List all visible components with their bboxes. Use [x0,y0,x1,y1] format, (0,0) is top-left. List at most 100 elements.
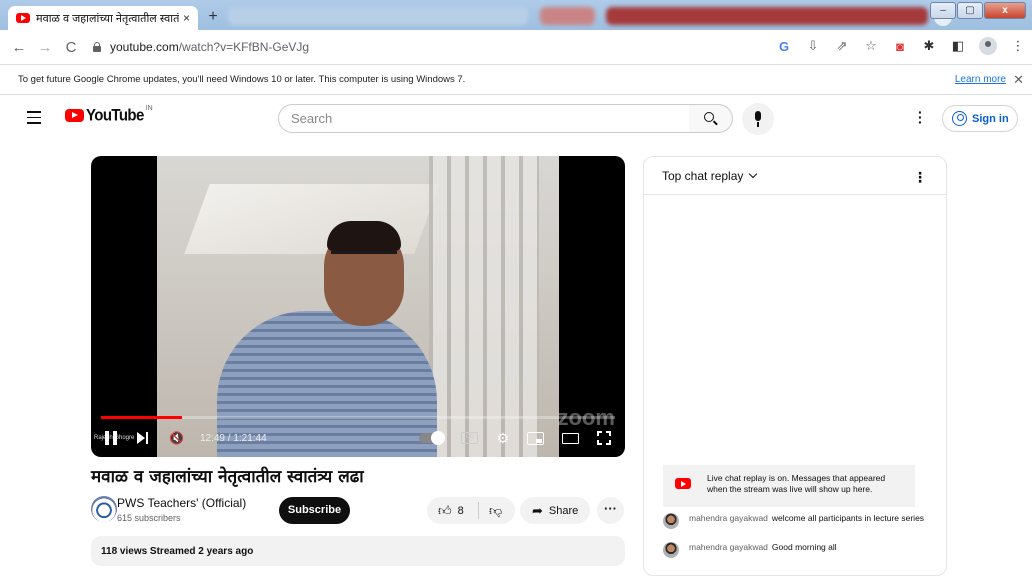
theater-mode-icon[interactable] [562,432,579,444]
share-button[interactable]: ➦ Share [520,497,590,524]
search-button[interactable] [689,104,733,133]
video-ceiling [184,184,440,254]
star-icon[interactable]: ☆ [863,38,879,54]
update-infobar: To get future Google Chrome updates, you… [0,64,1032,95]
reload-icon[interactable]: C [60,39,82,56]
minimize-button[interactable]: – [930,2,956,19]
video-window [429,156,539,457]
youtube-masthead: YouTube IN Search · · · Sign in [0,96,1032,140]
chat-author[interactable]: mahendra gayakwad [689,513,768,523]
miniplayer-icon[interactable] [527,431,544,445]
video-person-glasses [331,251,397,263]
like-dislike-group: 👍︎ 8 👎︎ [427,497,515,524]
share-icon[interactable]: ⇗ [834,38,850,54]
youtube-play-icon [65,109,84,122]
subscribe-button[interactable]: Subscribe [279,497,350,524]
youtube-favicon-icon [16,13,30,23]
lock-icon[interactable] [92,42,102,52]
chat-replay-notice: Live chat replay is on. Messages that ap… [663,465,915,507]
youtube-logo-text: YouTube [86,106,144,125]
infobar-message: To get future Google Chrome updates, you… [18,74,466,85]
video-player[interactable]: Rajesh Ghogre zoom 🔇 12:49 / 1:21:44 CC … [91,156,625,457]
chat-author[interactable]: mahendra gayakwad [689,542,768,552]
back-icon[interactable]: ← [8,39,30,56]
download-icon[interactable]: ⇩ [805,38,821,54]
url-domain: youtube.com [110,40,179,54]
subscriber-count: 615 subscribers [117,513,181,523]
video-person-hair [327,221,401,251]
replay-notice-text: Live chat replay is on. Messages that ap… [707,473,886,494]
tab-strip: मवाळ व जहालांच्या नेतृत्वातील स्वातं × +… [0,0,1032,30]
like-button[interactable]: 👍︎ 8 [427,502,479,519]
share-arrow-icon: ➦ [532,502,543,518]
settings-kebab-icon[interactable]: · · · [918,105,923,129]
thumbs-down-icon[interactable]: 👎︎ [479,503,502,519]
account-icon [952,111,967,126]
blurred-tab[interactable] [540,7,595,25]
google-icon[interactable]: G [776,39,792,54]
infobar-close-icon[interactable]: ✕ [1013,72,1024,88]
channel-name[interactable]: PWS Teachers' (Official) [117,496,246,510]
url-path: /watch?v=KFfBN-GeVJg [178,40,310,54]
sidepanel-icon[interactable]: ◧ [950,38,966,54]
settings-gear-icon[interactable]: ⚙ [496,431,509,445]
blurred-tab[interactable] [606,7,928,25]
mute-icon[interactable]: 🔇 [169,431,184,445]
chevron-down-icon [749,169,758,178]
address-bar[interactable]: youtube.com/watch?v=KFfBN-GeVJg [92,34,872,60]
voice-search-mic-icon[interactable] [742,103,774,135]
fullscreen-icon[interactable] [597,431,611,445]
chat-avatar[interactable] [663,513,679,529]
youtube-icon [675,478,691,489]
player-controls: 🔇 12:49 / 1:21:44 CC ⚙ [91,419,625,457]
captions-icon[interactable]: CC [461,432,479,444]
view-meta: 118 views Streamed 2 years ago [101,546,254,557]
autoplay-toggle[interactable] [419,431,446,445]
browser-toolbar: ← → C youtube.com/watch?v=KFfBN-GeVJg G … [0,30,1032,64]
chat-text: welcome all participants in lecture seri… [771,513,925,523]
chat-header[interactable]: Top chat replay [644,157,946,195]
live-chat-panel: Top chat replay ⋮ Live chat replay is on… [643,156,947,576]
share-label: Share [548,504,579,517]
search-icon [704,112,714,122]
search-placeholder: Search [291,111,333,126]
pause-icon[interactable] [105,431,117,445]
video-frame[interactable] [157,156,559,457]
learn-more-link[interactable]: Learn more [955,74,1006,85]
description-box[interactable]: 118 views Streamed 2 years ago [91,536,625,566]
chat-mode-label: Top chat replay [662,168,744,183]
new-tab-button[interactable]: + [203,8,223,26]
thumbs-up-icon: 👍︎ [438,502,452,518]
profile-icon[interactable] [979,37,997,55]
chat-message: mahendra gayakwad welcome all participant… [663,513,933,529]
tab-close-icon[interactable]: × [183,11,190,25]
maximize-button[interactable]: ▢ [957,2,983,19]
forward-icon[interactable]: → [34,39,56,56]
video-title: मवाळ व जहालांच्या नेतृत्वातील स्वातंत्र्… [91,467,364,487]
chat-message: mahendra gayakwad Good morning all [663,542,933,558]
chat-avatar[interactable] [663,542,679,558]
blurred-tab[interactable] [228,7,528,25]
tab-title: मवाळ व जहालांच्या नेतृत्वातील स्वातं [36,12,179,25]
next-icon[interactable] [137,432,149,444]
tab-youtube-video[interactable]: मवाळ व जहालांच्या नेतृत्वातील स्वातं × [8,6,198,30]
like-count: 8 [457,504,464,517]
more-actions-button[interactable]: ··· [597,497,624,524]
sign-in-button[interactable]: Sign in [942,105,1018,132]
hamburger-menu-icon[interactable] [27,111,41,128]
youtube-logo[interactable]: YouTube IN [65,105,153,125]
close-window-button[interactable]: x [984,2,1026,19]
channel-avatar[interactable] [91,496,117,522]
player-right-controls: CC ⚙ [419,431,611,445]
chat-more-icon[interactable]: ⋮ [913,169,927,186]
channel-row: PWS Teachers' (Official) 615 subscribers… [91,494,625,528]
window-controls: – ▢ x [930,2,1026,19]
search-input[interactable]: Search [278,104,690,133]
time-display: 12:49 / 1:21:44 [199,432,267,444]
chat-text: Good morning all [771,542,837,552]
puzzle-icon[interactable]: ✱ [921,38,937,54]
sign-in-label: Sign in [972,112,1009,125]
extension-icon[interactable]: ◙ [892,39,908,54]
menu-icon[interactable]: ⋮ [1010,38,1026,54]
toolbar-actions: G ⇩ ⇗ ☆ ◙ ✱ ◧ ⋮ [776,37,1026,55]
